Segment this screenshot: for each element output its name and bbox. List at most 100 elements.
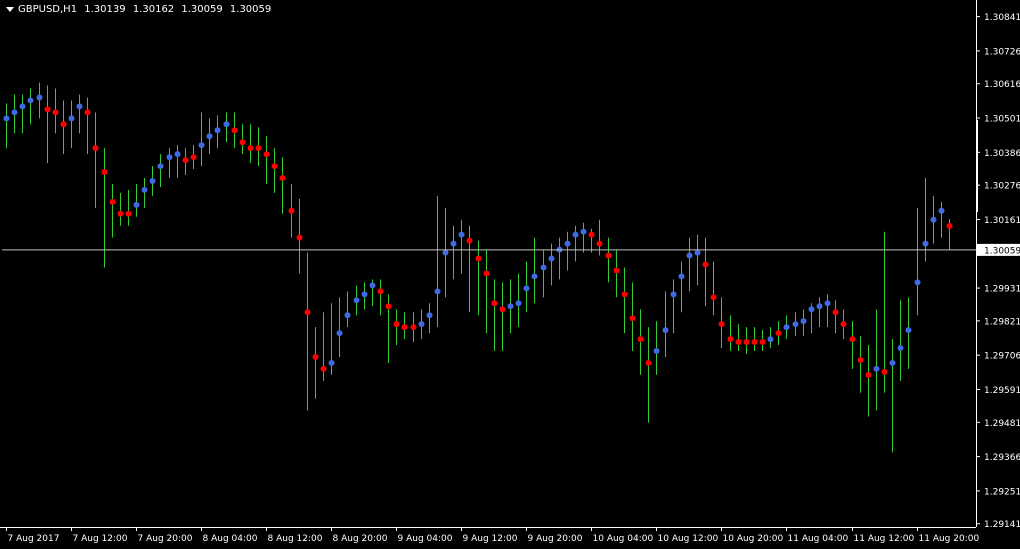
signal-dot-down [109, 198, 116, 205]
time-tick-label: 7 Aug 20:00 [138, 534, 193, 544]
signal-dot-up [816, 303, 823, 310]
price-chart[interactable]: 1.30841 1.30726 1.30616 1.30501 1.30386 1.302… [0, 0, 1020, 549]
signal-dot-up [564, 240, 571, 247]
ohlc-high: 1.30162 [132, 4, 175, 15]
signal-dot-up [458, 231, 465, 238]
price-tick-label: 1.30726 [984, 47, 1020, 57]
signal-dot-up [418, 321, 425, 328]
time-tick-label: 8 Aug 12:00 [268, 534, 323, 544]
signal-dot-up [328, 359, 335, 366]
price-tick-label: 1.29821 [984, 317, 1020, 327]
signal-dot-up [157, 163, 164, 170]
signal-dot-down [410, 324, 417, 331]
signal-dot-up [580, 228, 587, 235]
signal-dot-up [824, 300, 831, 307]
signal-dot-down [849, 336, 856, 343]
signal-dot-down [775, 330, 782, 337]
signal-dot-down [239, 139, 246, 146]
signal-dot-down [466, 237, 473, 244]
signal-dot-down [60, 121, 67, 128]
signal-dot-down [393, 321, 400, 328]
signal-dot-up [133, 201, 140, 208]
price-tick-label: 1.29591 [984, 386, 1020, 396]
signal-dot-down [645, 359, 652, 366]
signal-dot-up [653, 348, 660, 355]
signal-dot-down [710, 294, 717, 301]
signal-dot-up [166, 154, 173, 161]
ohlc-low: 1.30059 [181, 4, 223, 15]
signal-dot-down [491, 300, 498, 307]
time-axis: 7 Aug 2017 7 Aug 12:00 7 Aug 20:00 8 Aug 04… [6, 527, 980, 544]
signal-dot-up [783, 324, 790, 331]
signal-dot-up [540, 264, 547, 271]
signal-dot-up [930, 216, 937, 223]
signal-dot-down [84, 109, 91, 116]
price-tick-label: 1.29141 [984, 520, 1020, 530]
signal-dot-up [808, 306, 815, 313]
time-tick-label: 11 Aug 12:00 [854, 534, 915, 544]
signal-dot-up [442, 249, 449, 256]
signal-dot-up [76, 103, 83, 110]
price-tick-label: 1.29481 [984, 419, 1020, 429]
signal-dot-up [922, 240, 929, 247]
signal-dot-down [613, 267, 620, 274]
signal-dot-down [588, 231, 595, 238]
signal-dot-up [515, 300, 522, 307]
time-tick-label: 10 Aug 12:00 [658, 534, 719, 544]
signal-dot-up [897, 345, 904, 352]
signal-dot-up [174, 151, 181, 158]
current-price-label: 1.30059 [977, 243, 1020, 256]
signal-dot-down [296, 234, 303, 241]
price-tick-label: 1.30616 [984, 80, 1020, 90]
signal-dot-down [881, 368, 888, 375]
signal-dot-down [312, 353, 319, 360]
price-axis: 1.30841 1.30726 1.30616 1.30501 1.30386 1.302… [976, 13, 1020, 530]
signal-dot-down [475, 255, 482, 262]
signal-dot-up [426, 312, 433, 319]
time-tick-label: 11 Aug 20:00 [919, 534, 980, 544]
signal-dot-up [361, 291, 368, 298]
price-tick-label: 1.30161 [984, 216, 1020, 226]
signal-dot-down [385, 303, 392, 310]
price-tick-label: 1.30276 [984, 182, 1020, 192]
signal-dot-down [182, 157, 189, 164]
signal-dot-down [865, 371, 872, 378]
signal-dot-down [621, 291, 628, 298]
signal-dot-up [450, 240, 457, 247]
signal-dot-up [507, 303, 514, 310]
time-tick-label: 7 Aug 2017 [8, 534, 60, 544]
price-tick-label: 1.29931 [984, 285, 1020, 295]
signal-dot-up [214, 127, 221, 134]
signal-dot-up [792, 321, 799, 328]
signal-dot-down [605, 252, 612, 259]
signal-dot-down [946, 223, 953, 230]
signal-dot-up [572, 231, 579, 238]
time-tick-label: 9 Aug 20:00 [528, 534, 583, 544]
signal-dot-up [344, 312, 351, 319]
signal-dot-up [68, 115, 75, 122]
signal-dot-down [125, 210, 132, 217]
price-tick-label: 1.29366 [984, 453, 1020, 463]
price-tick-label: 1.29251 [984, 487, 1020, 497]
price-tick-label: 1.29706 [984, 352, 1020, 362]
time-tick-label: 10 Aug 20:00 [723, 534, 784, 544]
signal-dot-down [247, 145, 254, 152]
signal-dot-down [483, 270, 490, 277]
price-tick-label: 1.30386 [984, 149, 1020, 159]
signal-dot-down [596, 240, 603, 247]
signal-dot-up [27, 97, 34, 104]
collapse-triangle-icon[interactable] [6, 6, 14, 12]
signal-dot-down [320, 365, 327, 372]
signal-dot-up [767, 336, 774, 343]
signal-dot-up [914, 279, 921, 286]
signal-dot-down [52, 109, 59, 116]
signal-dot-up [149, 177, 156, 184]
time-tick-label: 8 Aug 04:00 [203, 534, 258, 544]
signal-dot-down [304, 309, 311, 316]
symbol-label: GBPUSD,H1 [18, 4, 78, 15]
time-tick-label: 11 Aug 04:00 [788, 534, 849, 544]
price-tick-label: 1.30501 [984, 115, 1020, 125]
signal-dot-up [686, 252, 693, 259]
signal-dot-up [369, 282, 376, 289]
signal-dot-up [694, 249, 701, 256]
